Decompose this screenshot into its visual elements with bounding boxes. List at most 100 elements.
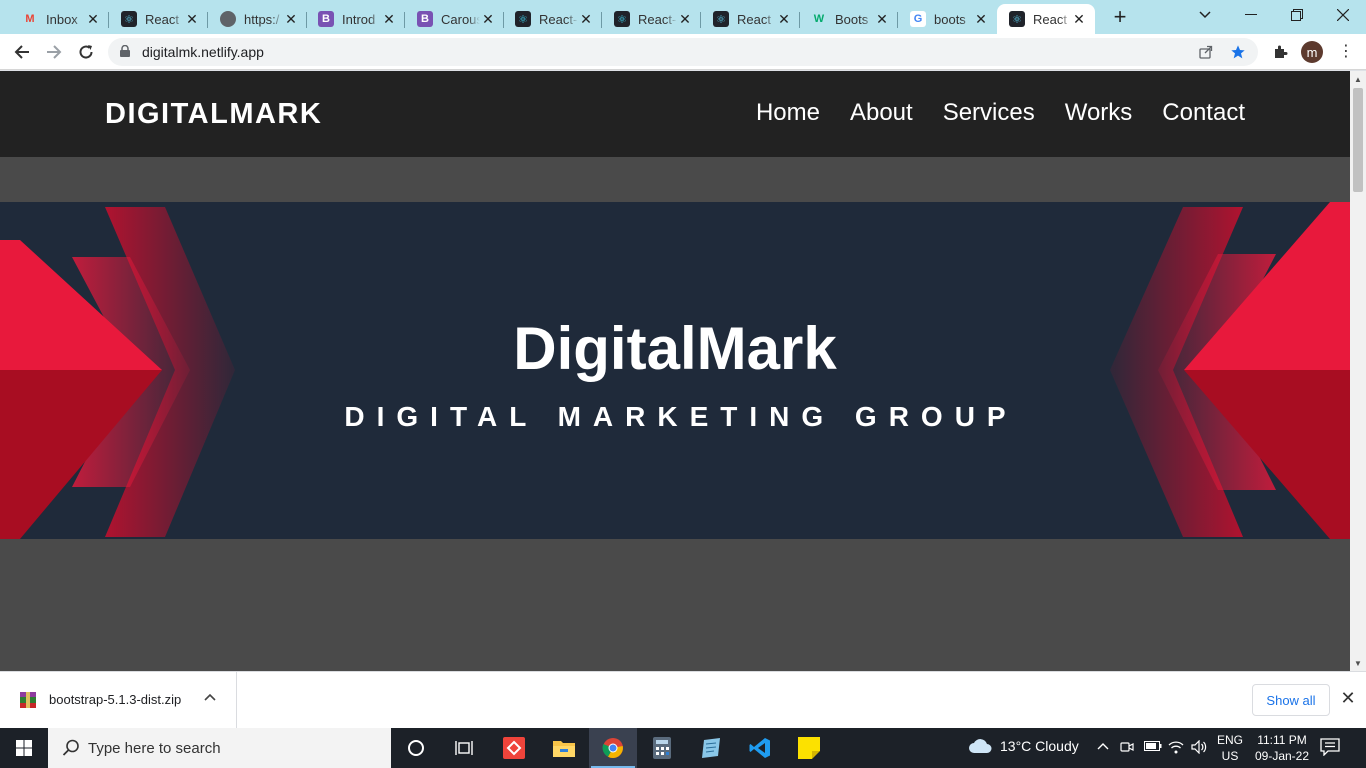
- wifi-icon[interactable]: [1168, 740, 1184, 757]
- tab-title: React: [145, 11, 179, 27]
- region-code: US: [1221, 749, 1239, 763]
- close-download-shelf-icon[interactable]: ✕: [1338, 688, 1358, 712]
- browser-tab[interactable]: ⚛ React- ✕: [602, 4, 701, 34]
- browser-tab[interactable]: ⚛ React ✕: [109, 4, 208, 34]
- close-tab-icon[interactable]: ✕: [973, 11, 989, 27]
- file-explorer-icon[interactable]: [540, 728, 588, 768]
- nav-link-services[interactable]: Services: [943, 99, 1035, 127]
- close-tab-icon[interactable]: ✕: [874, 11, 890, 27]
- close-tab-icon[interactable]: ✕: [85, 11, 101, 27]
- react-bootstrap-icon: ⚛: [614, 11, 630, 27]
- address-bar[interactable]: digitalmk.netlify.app: [108, 38, 1258, 66]
- react-icon: ⚛: [713, 11, 729, 27]
- site-brand-logo[interactable]: DIGITALMARK: [105, 98, 322, 131]
- download-item[interactable]: bootstrap-5.1.3-dist.zip: [0, 672, 237, 728]
- scrollbar-thumb[interactable]: [1353, 88, 1363, 192]
- forward-button[interactable]: [40, 38, 68, 66]
- browser-tab[interactable]: ⚛ React ✕: [997, 4, 1095, 34]
- browser-tab[interactable]: B Carous ✕: [405, 4, 504, 34]
- tab-title: boots: [934, 11, 966, 27]
- forward-arrow-icon: [47, 45, 62, 59]
- close-tab-icon[interactable]: ✕: [776, 11, 792, 27]
- battery-icon[interactable]: [1144, 740, 1162, 755]
- gmail-icon: M: [25, 13, 35, 25]
- taskbar-search-box[interactable]: Type here to search: [48, 728, 391, 768]
- weather-widget[interactable]: 13°C Cloudy: [968, 738, 1079, 754]
- tab-title: React: [1033, 11, 1067, 27]
- back-button[interactable]: [8, 38, 36, 66]
- anydesk-icon[interactable]: [490, 728, 538, 768]
- browser-tab[interactable]: ⚛ React- ✕: [503, 4, 602, 34]
- close-tab-icon[interactable]: ✕: [283, 11, 299, 27]
- show-all-downloads-button[interactable]: Show all: [1252, 684, 1330, 716]
- close-tab-icon[interactable]: ✕: [480, 11, 496, 27]
- tab-title: Boots: [835, 11, 869, 27]
- task-view-icon[interactable]: [440, 728, 488, 768]
- reload-icon: [79, 45, 93, 59]
- close-window-button[interactable]: [1320, 0, 1366, 30]
- hero-title: DigitalMark: [513, 315, 837, 382]
- nav-link-about[interactable]: About: [850, 99, 913, 127]
- chevron-up-icon[interactable]: [204, 690, 216, 704]
- vscode-icon[interactable]: [736, 728, 784, 768]
- nav-link-contact[interactable]: Contact: [1162, 99, 1245, 127]
- meet-now-icon[interactable]: [1120, 740, 1134, 757]
- browser-toolbar: digitalmk.netlify.app m ⋮: [0, 34, 1366, 70]
- tab-title: Inbox: [46, 11, 78, 27]
- globe-icon: [220, 11, 236, 27]
- profile-avatar[interactable]: m: [1301, 41, 1323, 63]
- react-icon: ⚛: [121, 11, 137, 27]
- clock-date: 09-Jan-22: [1254, 749, 1310, 763]
- search-icon: [62, 739, 79, 756]
- chrome-taskbar-icon[interactable]: [589, 728, 637, 768]
- restore-button[interactable]: [1274, 0, 1320, 30]
- download-filename: bootstrap-5.1.3-dist.zip: [49, 692, 182, 707]
- weather-text: 13°C Cloudy: [1000, 738, 1079, 754]
- volume-icon[interactable]: [1191, 739, 1207, 757]
- show-hidden-icons-chevron[interactable]: [1097, 738, 1109, 753]
- windows-logo-icon: [16, 740, 32, 756]
- nav-link-home[interactable]: Home: [756, 99, 820, 127]
- tab-title: Introd: [342, 11, 376, 27]
- close-tab-icon[interactable]: ✕: [381, 11, 397, 27]
- browser-tab[interactable]: W Boots ✕: [799, 4, 898, 34]
- system-clock[interactable]: 11:11 PM 09-Jan-22: [1252, 732, 1312, 764]
- chrome-menu-icon[interactable]: ⋮: [1336, 42, 1356, 62]
- scroll-up-icon[interactable]: ▲: [1350, 71, 1366, 87]
- bootstrap-icon: B: [318, 11, 334, 27]
- new-tab-button[interactable]: +: [1108, 6, 1132, 30]
- reload-button[interactable]: [72, 38, 100, 66]
- calculator-icon[interactable]: [638, 728, 686, 768]
- notepad-icon[interactable]: [687, 728, 735, 768]
- nav-link-works[interactable]: Works: [1065, 99, 1133, 127]
- cortana-icon[interactable]: [392, 728, 440, 768]
- minimize-button[interactable]: [1228, 0, 1274, 30]
- bookmark-star-icon[interactable]: [1228, 42, 1248, 62]
- site-navbar: DIGITALMARK Home About Services Works Co…: [0, 71, 1350, 157]
- w3schools-icon: W: [813, 13, 825, 25]
- tab-title: React-: [539, 11, 578, 27]
- zip-file-icon: [20, 692, 36, 708]
- notification-center-icon[interactable]: [1320, 738, 1344, 758]
- browser-tab[interactable]: B Introd ✕: [306, 4, 405, 34]
- extensions-icon[interactable]: [1270, 42, 1290, 62]
- close-tab-icon[interactable]: ✕: [677, 11, 693, 27]
- browser-tab[interactable]: M Inbox ✕: [10, 4, 109, 34]
- windows-start-button[interactable]: [0, 728, 48, 768]
- search-placeholder: Type here to search: [88, 740, 221, 757]
- close-tab-icon[interactable]: ✕: [578, 11, 594, 27]
- tab-search-icon[interactable]: [1182, 0, 1228, 30]
- browser-tab[interactable]: ⚛ React ✕: [701, 4, 800, 34]
- browser-tab[interactable]: https:/✕: [208, 4, 307, 34]
- browser-tab[interactable]: Gboots ✕: [898, 4, 997, 34]
- site-nav-links: Home About Services Works Contact: [756, 99, 1245, 127]
- page-scrollbar[interactable]: ▲ ▼: [1350, 71, 1366, 671]
- download-shelf: bootstrap-5.1.3-dist.zip Show all ✕: [0, 671, 1366, 728]
- close-tab-icon[interactable]: ✕: [1071, 11, 1087, 27]
- share-icon[interactable]: [1196, 42, 1216, 62]
- scroll-down-icon[interactable]: ▼: [1350, 655, 1366, 671]
- close-tab-icon[interactable]: ✕: [184, 11, 200, 27]
- input-language-indicator[interactable]: ENG US: [1216, 732, 1244, 764]
- sticky-notes-icon[interactable]: [785, 728, 833, 768]
- clock-time: 11:11 PM: [1257, 733, 1307, 747]
